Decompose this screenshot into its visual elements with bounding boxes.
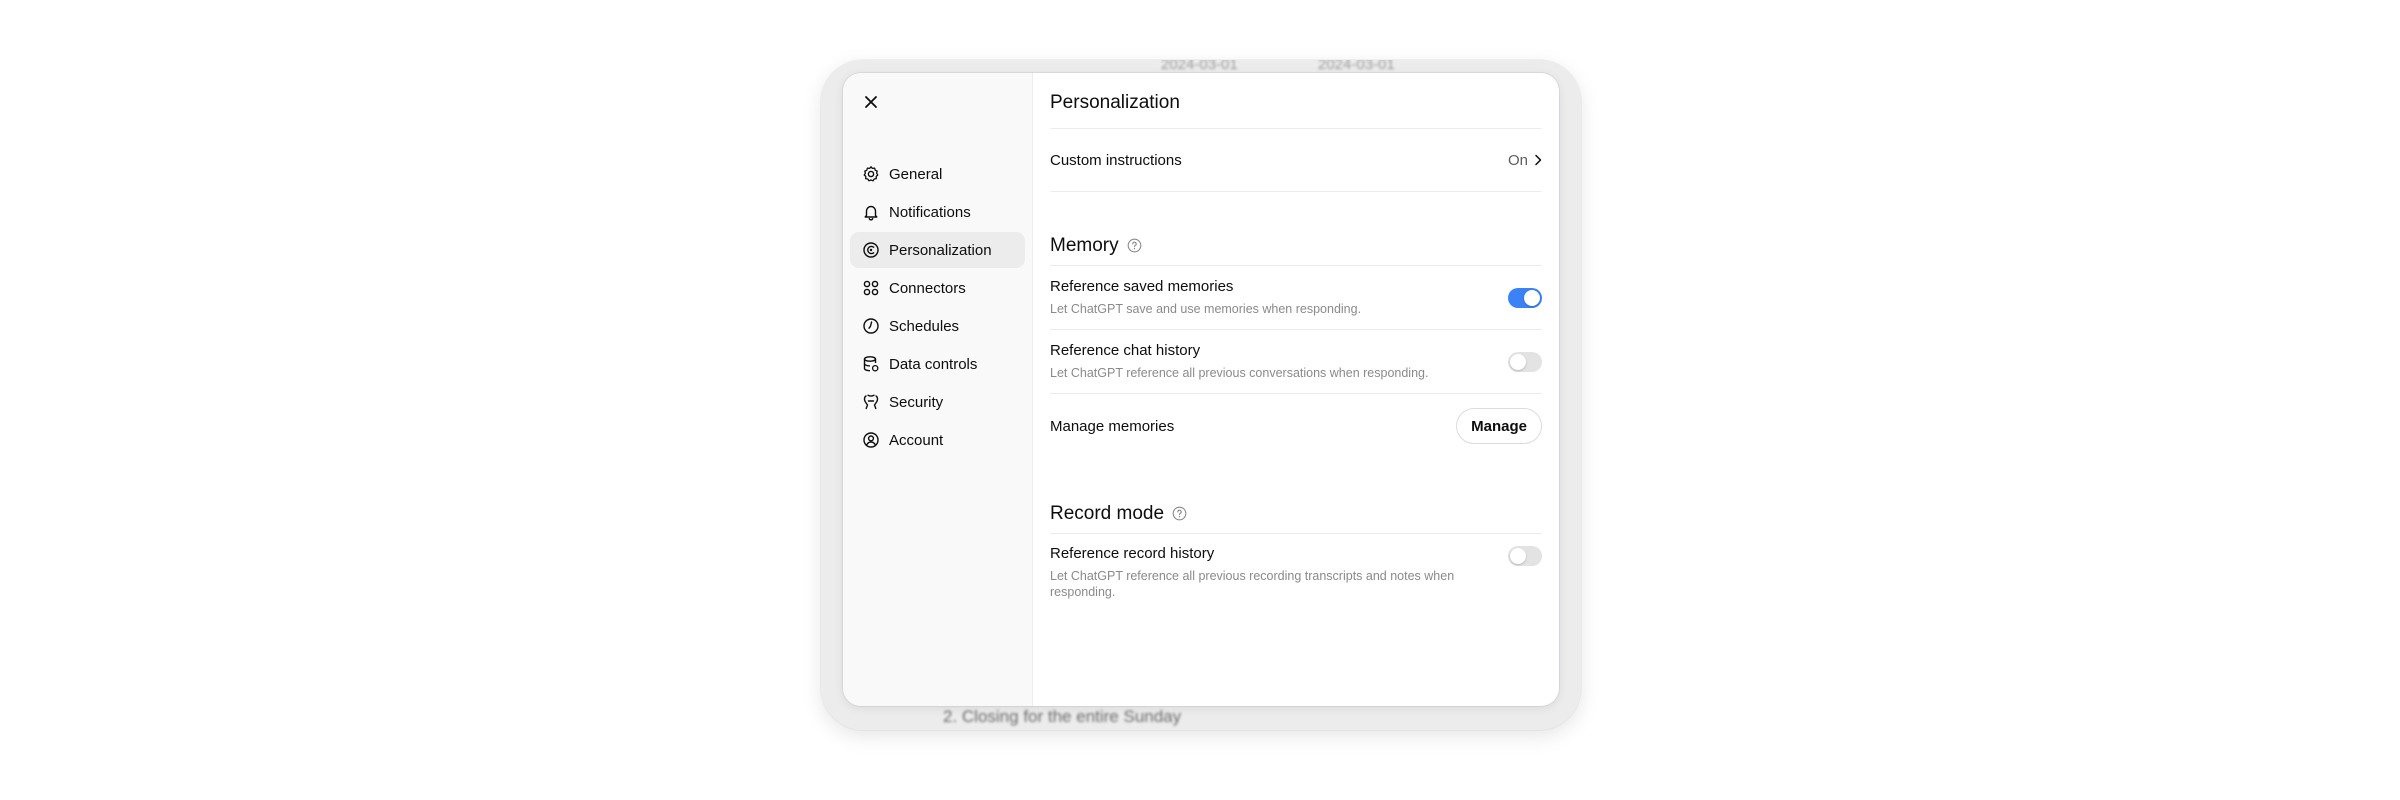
saved-memories-toggle[interactable] (1508, 287, 1542, 308)
chat-history-label: Reference chat history (1050, 342, 1201, 359)
database-icon (862, 355, 880, 373)
sidebar-item-label: Security (889, 393, 944, 411)
sidebar-item-general[interactable]: General (850, 156, 1025, 192)
custom-instructions-value[interactable]: On (1508, 152, 1542, 169)
settings-sidebar: General Notifications Personalization Co… (843, 73, 1033, 706)
sidebar-item-label: General (889, 165, 943, 183)
sidebar-item-personalization[interactable]: Personalization (850, 232, 1025, 268)
custom-instructions-row[interactable]: Custom instructions On (1050, 129, 1542, 192)
toggle-knob (1524, 289, 1540, 306)
close-button[interactable] (856, 87, 886, 117)
settings-content: Personalization Custom instructions On M… (1033, 73, 1559, 706)
chevron-right-icon (1535, 154, 1542, 166)
saved-memories-row: Reference saved memories Let ChatGPT sav… (1050, 266, 1542, 330)
record-history-toggle[interactable] (1508, 546, 1542, 566)
toggle-knob (1510, 353, 1526, 370)
record-history-label: Reference record history (1050, 545, 1215, 562)
close-icon (865, 96, 877, 108)
chat-history-row: Reference chat history Let ChatGPT refer… (1050, 330, 1542, 394)
gear-icon (862, 165, 880, 183)
sidebar-item-account[interactable]: Account (850, 422, 1025, 458)
background-list-item: 2. Closing for the entire Sunday (943, 707, 1182, 726)
memory-section-title: Memory (1050, 226, 1542, 266)
saved-memories-text: Reference saved memories Let ChatGPT sav… (1050, 278, 1361, 317)
sidebar-item-label: Data controls (889, 355, 978, 373)
sidebar-item-label: Personalization (889, 241, 992, 259)
manage-memories-row: Manage memories Manage (1050, 394, 1542, 458)
personalization-icon (862, 241, 880, 259)
connectors-icon (862, 279, 880, 297)
custom-instructions-status: On (1507, 151, 1528, 169)
sidebar-item-schedules[interactable]: Schedules (850, 308, 1025, 344)
saved-memories-label: Reference saved memories (1050, 278, 1234, 295)
background-date: 2024-03-01 (1318, 60, 1395, 73)
saved-memories-description: Let ChatGPT save and use memories when r… (1050, 302, 1362, 316)
chat-history-text: Reference chat history Let ChatGPT refer… (1050, 342, 1428, 381)
record-mode-section-title: Record mode (1050, 494, 1542, 534)
help-icon[interactable] (1127, 238, 1142, 253)
clock-icon (862, 317, 880, 335)
chat-history-toggle[interactable] (1508, 351, 1542, 372)
sidebar-item-data-controls[interactable]: Data controls (850, 346, 1025, 382)
manage-memories-button[interactable]: Manage (1456, 408, 1542, 444)
sidebar-item-label: Notifications (889, 203, 971, 221)
sidebar-item-notifications[interactable]: Notifications (850, 194, 1025, 230)
record-mode-heading: Record mode (1050, 502, 1165, 524)
bell-icon (862, 203, 880, 221)
custom-instructions-label: Custom instructions (1050, 151, 1182, 169)
record-history-text: Reference record history Let ChatGPT ref… (1050, 545, 1470, 600)
shield-icon (862, 393, 880, 411)
sidebar-item-label: Connectors (889, 279, 966, 297)
sidebar-item-label: Account (889, 431, 944, 449)
sidebar-item-connectors[interactable]: Connectors (850, 270, 1025, 306)
record-history-row: Reference record history Let ChatGPT ref… (1050, 534, 1542, 600)
page-title: Personalization (1050, 73, 1542, 129)
manage-memories-label: Manage memories (1050, 417, 1175, 435)
sidebar-item-label: Schedules (889, 317, 960, 335)
chat-history-description: Let ChatGPT reference all previous conve… (1050, 366, 1429, 380)
settings-dialog: General Notifications Personalization Co… (843, 73, 1559, 706)
record-history-description: Let ChatGPT reference all previous recor… (1050, 569, 1455, 599)
memory-heading: Memory (1050, 234, 1119, 256)
toggle-knob (1510, 548, 1526, 564)
help-icon[interactable] (1172, 506, 1187, 521)
background-date: 2024-03-01 (1161, 60, 1238, 73)
user-circle-icon (862, 431, 880, 449)
sidebar-item-security[interactable]: Security (850, 384, 1025, 420)
